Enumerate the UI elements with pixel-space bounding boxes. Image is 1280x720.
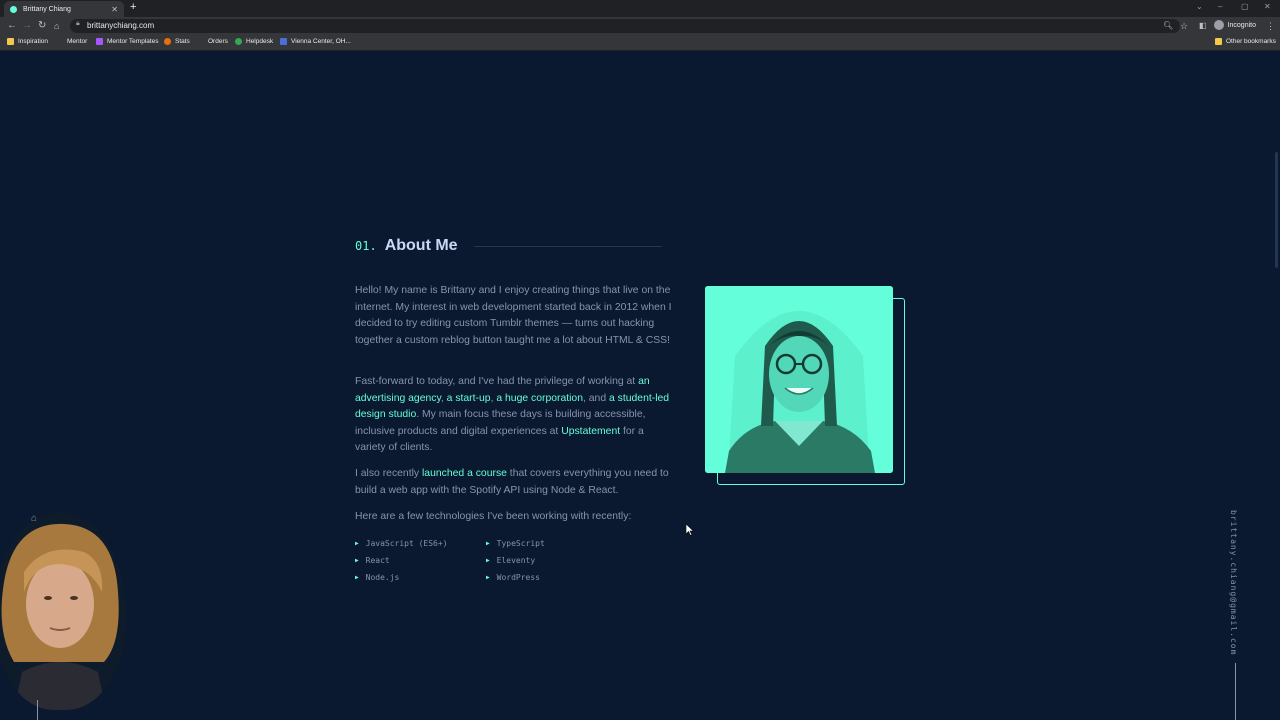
webcam-overlay <box>0 512 126 710</box>
bookmark-icon <box>280 38 287 45</box>
bookmarks-bar: Inspiration Mentor Mentor Templates Stat… <box>0 35 1280 51</box>
browser-tab-bar: Brittany Chiang ✕ + ⌄ – ▢ ✕ <box>0 0 1280 17</box>
forward-icon[interactable]: → <box>22 19 32 33</box>
link-start-up[interactable]: a start-up <box>447 393 491 404</box>
bookmark-item[interactable]: Inspiration <box>7 38 48 45</box>
list-item: ▶ TypeScript <box>486 539 545 548</box>
bookmark-item[interactable]: Vienna Center, OH... <box>280 38 351 45</box>
home-icon[interactable]: ⌂ <box>54 19 59 33</box>
link-course[interactable]: launched a course <box>422 468 507 479</box>
incognito-icon <box>1213 20 1224 30</box>
about-paragraph-4: Here are a few technologies I've been wo… <box>355 511 632 522</box>
section-number: 01. <box>355 239 377 253</box>
helpdesk-icon <box>235 38 242 45</box>
headshot-illustration <box>705 286 893 473</box>
bookmark-item[interactable]: Stats <box>164 38 190 45</box>
section-divider <box>474 246 662 247</box>
star-icon[interactable]: ☆ <box>1180 19 1188 33</box>
other-bookmarks[interactable]: Other bookmarks <box>1215 38 1276 45</box>
triangle-icon: ▶ <box>355 574 359 581</box>
incognito-badge[interactable]: Incognito <box>1213 20 1256 30</box>
stats-icon <box>164 38 171 45</box>
tab-title: Brittany Chiang <box>23 5 71 13</box>
bookmark-item[interactable]: Mentor <box>67 38 87 45</box>
minimize-icon[interactable]: – <box>1218 2 1222 11</box>
triangle-icon: ▶ <box>355 540 359 547</box>
incognito-label: Incognito <box>1227 21 1256 29</box>
url-text: brittanychiang.com <box>87 21 155 30</box>
section-title: About Me <box>384 237 458 254</box>
triangle-icon: ▶ <box>486 557 490 564</box>
list-item: ▶ JavaScript (ES6+) <box>355 539 448 548</box>
favicon-icon <box>10 5 17 13</box>
link-upstatement[interactable]: Upstatement <box>561 426 620 437</box>
zoom-icon[interactable]: 🔍︎ <box>1163 19 1173 33</box>
technology-list: ▶ JavaScript (ES6+) ▶ TypeScript ▶ React ▶ E… <box>355 538 575 584</box>
sidepanel-icon[interactable]: ◧ <box>1199 19 1207 33</box>
about-paragraph-1: Hello! My name is Brittany and I enjoy c… <box>355 285 672 346</box>
scrollbar-thumb[interactable] <box>1275 152 1278 268</box>
reload-icon[interactable]: ↻ <box>38 19 46 33</box>
browser-toolbar: ← → ↻ ⌂ 🔒︎ brittanychiang.com 🔍︎ ☆ ◧ Inc… <box>0 17 1280 35</box>
link-huge-corporation[interactable]: a huge corporation <box>496 393 583 404</box>
folder-icon <box>7 38 14 45</box>
side-line <box>1235 663 1236 720</box>
close-tab-icon[interactable]: ✕ <box>111 5 118 14</box>
browser-tab[interactable]: Brittany Chiang ✕ <box>4 1 124 17</box>
triangle-icon: ▶ <box>355 557 359 564</box>
bookmark-item[interactable]: Orders <box>208 38 228 45</box>
list-item: ▶ React <box>355 556 390 565</box>
list-item: ▶ Node.js <box>355 573 400 582</box>
github-icon[interactable]: ⌂ <box>31 513 37 524</box>
webcam-presenter-image <box>0 512 126 710</box>
address-bar[interactable]: 🔒︎ brittanychiang.com <box>70 19 1180 33</box>
lock-icon: 🔒︎ <box>76 20 80 27</box>
triangle-icon: ▶ <box>486 574 490 581</box>
close-window-icon[interactable]: ✕ <box>1264 2 1271 11</box>
section-heading: 01. About Me <box>355 237 458 255</box>
bookmark-item[interactable]: Helpdesk <box>235 38 273 45</box>
headshot-photo[interactable] <box>705 286 893 473</box>
maximize-icon[interactable]: ▢ <box>1241 2 1249 11</box>
figma-icon <box>96 38 103 45</box>
left-line <box>37 700 38 720</box>
mouse-cursor-icon <box>686 524 694 536</box>
menu-icon[interactable]: ⋮ <box>1266 19 1275 33</box>
triangle-icon: ▶ <box>486 540 490 547</box>
new-tab-icon[interactable]: + <box>130 1 136 13</box>
folder-icon <box>1215 38 1222 45</box>
side-email-link[interactable]: brittany.chiang@gmail.com <box>1229 510 1238 655</box>
back-icon[interactable]: ← <box>7 19 17 33</box>
list-item: ▶ WordPress <box>486 573 540 582</box>
tab-search-icon[interactable]: ⌄ <box>1196 2 1203 11</box>
list-item: ▶ Eleventy <box>486 556 536 565</box>
bookmark-item[interactable]: Mentor Templates <box>96 38 159 45</box>
about-paragraph-2: Fast-forward to today, and I've had the … <box>355 376 670 453</box>
about-paragraph-3: I also recently launched a course that c… <box>355 468 669 496</box>
